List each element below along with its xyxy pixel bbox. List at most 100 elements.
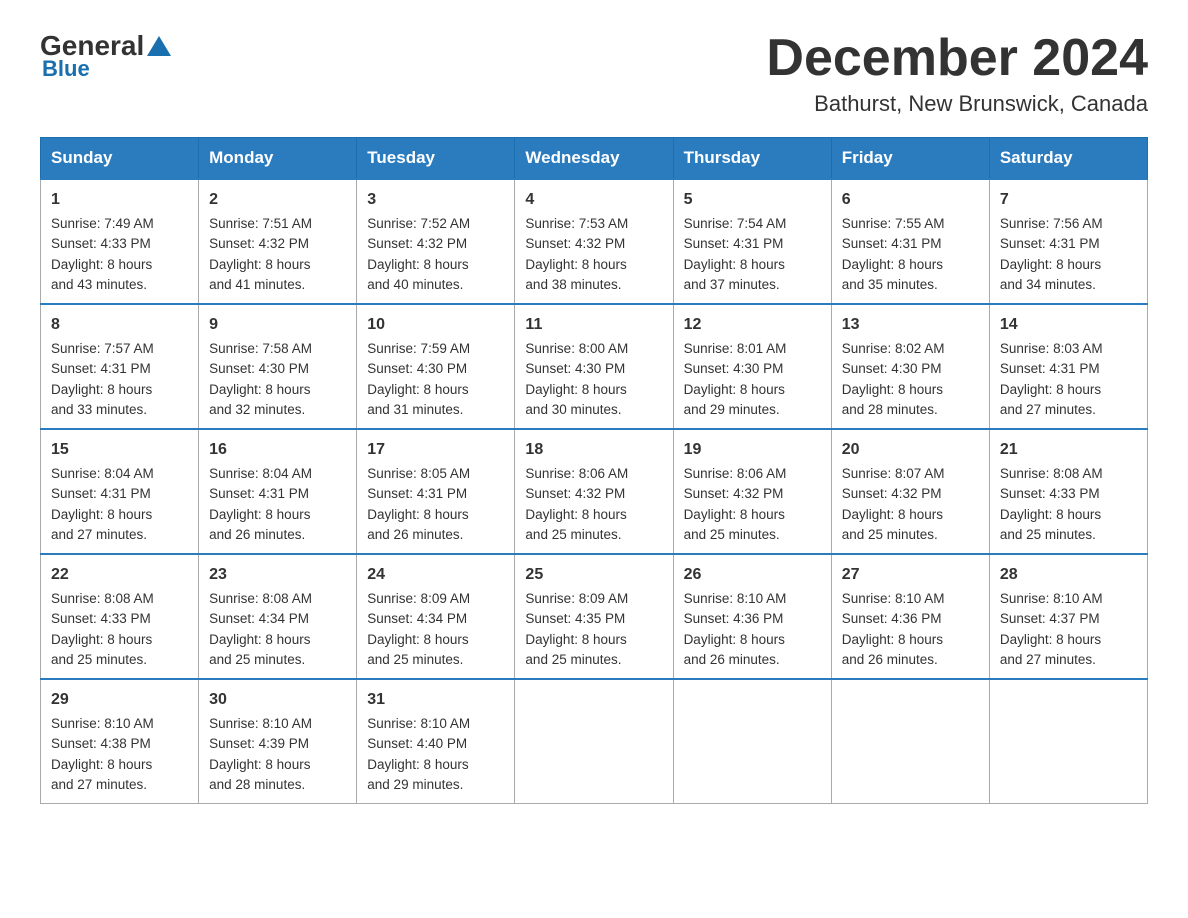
day-number: 19 (684, 438, 821, 462)
calendar-table: SundayMondayTuesdayWednesdayThursdayFrid… (40, 137, 1148, 804)
day-info: Sunrise: 8:09 AMSunset: 4:35 PMDaylight:… (525, 591, 628, 667)
day-number: 6 (842, 188, 979, 212)
calendar-week-row: 29 Sunrise: 8:10 AMSunset: 4:38 PMDaylig… (41, 679, 1148, 804)
calendar-day-cell: 21 Sunrise: 8:08 AMSunset: 4:33 PMDaylig… (989, 429, 1147, 554)
day-number: 31 (367, 688, 504, 712)
calendar-day-cell (831, 679, 989, 804)
day-info: Sunrise: 8:10 AMSunset: 4:40 PMDaylight:… (367, 716, 470, 792)
calendar-week-row: 22 Sunrise: 8:08 AMSunset: 4:33 PMDaylig… (41, 554, 1148, 679)
day-number: 3 (367, 188, 504, 212)
logo: General Blue (40, 30, 174, 82)
day-number: 28 (1000, 563, 1137, 587)
day-info: Sunrise: 8:08 AMSunset: 4:34 PMDaylight:… (209, 591, 312, 667)
day-number: 22 (51, 563, 188, 587)
day-info: Sunrise: 8:10 AMSunset: 4:39 PMDaylight:… (209, 716, 312, 792)
day-number: 2 (209, 188, 346, 212)
calendar-header-row: SundayMondayTuesdayWednesdayThursdayFrid… (41, 138, 1148, 180)
calendar-day-cell: 13 Sunrise: 8:02 AMSunset: 4:30 PMDaylig… (831, 304, 989, 429)
day-info: Sunrise: 8:07 AMSunset: 4:32 PMDaylight:… (842, 466, 945, 542)
calendar-day-cell: 2 Sunrise: 7:51 AMSunset: 4:32 PMDayligh… (199, 179, 357, 304)
day-number: 11 (525, 313, 662, 337)
logo-blue-text: Blue (42, 56, 90, 82)
calendar-day-cell: 27 Sunrise: 8:10 AMSunset: 4:36 PMDaylig… (831, 554, 989, 679)
calendar-day-cell: 17 Sunrise: 8:05 AMSunset: 4:31 PMDaylig… (357, 429, 515, 554)
calendar-day-cell: 7 Sunrise: 7:56 AMSunset: 4:31 PMDayligh… (989, 179, 1147, 304)
day-number: 8 (51, 313, 188, 337)
calendar-day-cell: 29 Sunrise: 8:10 AMSunset: 4:38 PMDaylig… (41, 679, 199, 804)
calendar-day-cell: 5 Sunrise: 7:54 AMSunset: 4:31 PMDayligh… (673, 179, 831, 304)
calendar-week-row: 15 Sunrise: 8:04 AMSunset: 4:31 PMDaylig… (41, 429, 1148, 554)
day-number: 20 (842, 438, 979, 462)
location-text: Bathurst, New Brunswick, Canada (766, 91, 1148, 117)
calendar-day-cell: 1 Sunrise: 7:49 AMSunset: 4:33 PMDayligh… (41, 179, 199, 304)
day-info: Sunrise: 7:54 AMSunset: 4:31 PMDaylight:… (684, 216, 787, 292)
day-number: 24 (367, 563, 504, 587)
day-info: Sunrise: 8:03 AMSunset: 4:31 PMDaylight:… (1000, 341, 1103, 417)
calendar-day-cell (515, 679, 673, 804)
calendar-day-cell: 28 Sunrise: 8:10 AMSunset: 4:37 PMDaylig… (989, 554, 1147, 679)
day-number: 30 (209, 688, 346, 712)
day-number: 14 (1000, 313, 1137, 337)
day-info: Sunrise: 8:06 AMSunset: 4:32 PMDaylight:… (525, 466, 628, 542)
calendar-day-cell: 16 Sunrise: 8:04 AMSunset: 4:31 PMDaylig… (199, 429, 357, 554)
calendar-day-cell: 6 Sunrise: 7:55 AMSunset: 4:31 PMDayligh… (831, 179, 989, 304)
calendar-day-cell: 4 Sunrise: 7:53 AMSunset: 4:32 PMDayligh… (515, 179, 673, 304)
day-number: 12 (684, 313, 821, 337)
calendar-day-header: Monday (199, 138, 357, 180)
calendar-day-cell: 12 Sunrise: 8:01 AMSunset: 4:30 PMDaylig… (673, 304, 831, 429)
day-info: Sunrise: 7:49 AMSunset: 4:33 PMDaylight:… (51, 216, 154, 292)
day-info: Sunrise: 7:51 AMSunset: 4:32 PMDaylight:… (209, 216, 312, 292)
calendar-day-header: Sunday (41, 138, 199, 180)
day-number: 4 (525, 188, 662, 212)
calendar-week-row: 1 Sunrise: 7:49 AMSunset: 4:33 PMDayligh… (41, 179, 1148, 304)
day-info: Sunrise: 8:00 AMSunset: 4:30 PMDaylight:… (525, 341, 628, 417)
day-info: Sunrise: 8:09 AMSunset: 4:34 PMDaylight:… (367, 591, 470, 667)
calendar-day-cell: 22 Sunrise: 8:08 AMSunset: 4:33 PMDaylig… (41, 554, 199, 679)
day-number: 9 (209, 313, 346, 337)
calendar-day-cell: 20 Sunrise: 8:07 AMSunset: 4:32 PMDaylig… (831, 429, 989, 554)
calendar-day-header: Friday (831, 138, 989, 180)
calendar-day-cell: 26 Sunrise: 8:10 AMSunset: 4:36 PMDaylig… (673, 554, 831, 679)
logo-triangle-icon (147, 36, 171, 56)
day-number: 27 (842, 563, 979, 587)
day-info: Sunrise: 8:02 AMSunset: 4:30 PMDaylight:… (842, 341, 945, 417)
day-number: 29 (51, 688, 188, 712)
calendar-day-cell: 8 Sunrise: 7:57 AMSunset: 4:31 PMDayligh… (41, 304, 199, 429)
calendar-day-cell: 31 Sunrise: 8:10 AMSunset: 4:40 PMDaylig… (357, 679, 515, 804)
calendar-week-row: 8 Sunrise: 7:57 AMSunset: 4:31 PMDayligh… (41, 304, 1148, 429)
day-number: 10 (367, 313, 504, 337)
title-section: December 2024 Bathurst, New Brunswick, C… (766, 30, 1148, 117)
day-info: Sunrise: 7:52 AMSunset: 4:32 PMDaylight:… (367, 216, 470, 292)
day-number: 7 (1000, 188, 1137, 212)
day-info: Sunrise: 8:10 AMSunset: 4:36 PMDaylight:… (842, 591, 945, 667)
day-info: Sunrise: 7:57 AMSunset: 4:31 PMDaylight:… (51, 341, 154, 417)
calendar-day-cell: 10 Sunrise: 7:59 AMSunset: 4:30 PMDaylig… (357, 304, 515, 429)
calendar-day-header: Thursday (673, 138, 831, 180)
day-number: 13 (842, 313, 979, 337)
day-info: Sunrise: 7:53 AMSunset: 4:32 PMDaylight:… (525, 216, 628, 292)
calendar-day-header: Tuesday (357, 138, 515, 180)
day-info: Sunrise: 8:06 AMSunset: 4:32 PMDaylight:… (684, 466, 787, 542)
day-info: Sunrise: 8:05 AMSunset: 4:31 PMDaylight:… (367, 466, 470, 542)
day-info: Sunrise: 8:08 AMSunset: 4:33 PMDaylight:… (51, 591, 154, 667)
day-number: 26 (684, 563, 821, 587)
day-number: 23 (209, 563, 346, 587)
day-info: Sunrise: 7:56 AMSunset: 4:31 PMDaylight:… (1000, 216, 1103, 292)
calendar-day-cell: 3 Sunrise: 7:52 AMSunset: 4:32 PMDayligh… (357, 179, 515, 304)
calendar-day-cell: 18 Sunrise: 8:06 AMSunset: 4:32 PMDaylig… (515, 429, 673, 554)
day-info: Sunrise: 8:08 AMSunset: 4:33 PMDaylight:… (1000, 466, 1103, 542)
calendar-day-cell: 15 Sunrise: 8:04 AMSunset: 4:31 PMDaylig… (41, 429, 199, 554)
calendar-day-cell: 14 Sunrise: 8:03 AMSunset: 4:31 PMDaylig… (989, 304, 1147, 429)
day-number: 18 (525, 438, 662, 462)
page-header: General Blue December 2024 Bathurst, New… (40, 30, 1148, 117)
day-number: 16 (209, 438, 346, 462)
calendar-day-header: Wednesday (515, 138, 673, 180)
day-number: 25 (525, 563, 662, 587)
day-info: Sunrise: 8:04 AMSunset: 4:31 PMDaylight:… (209, 466, 312, 542)
calendar-day-cell: 30 Sunrise: 8:10 AMSunset: 4:39 PMDaylig… (199, 679, 357, 804)
calendar-day-cell: 23 Sunrise: 8:08 AMSunset: 4:34 PMDaylig… (199, 554, 357, 679)
calendar-day-header: Saturday (989, 138, 1147, 180)
day-info: Sunrise: 7:55 AMSunset: 4:31 PMDaylight:… (842, 216, 945, 292)
day-info: Sunrise: 7:59 AMSunset: 4:30 PMDaylight:… (367, 341, 470, 417)
day-info: Sunrise: 7:58 AMSunset: 4:30 PMDaylight:… (209, 341, 312, 417)
